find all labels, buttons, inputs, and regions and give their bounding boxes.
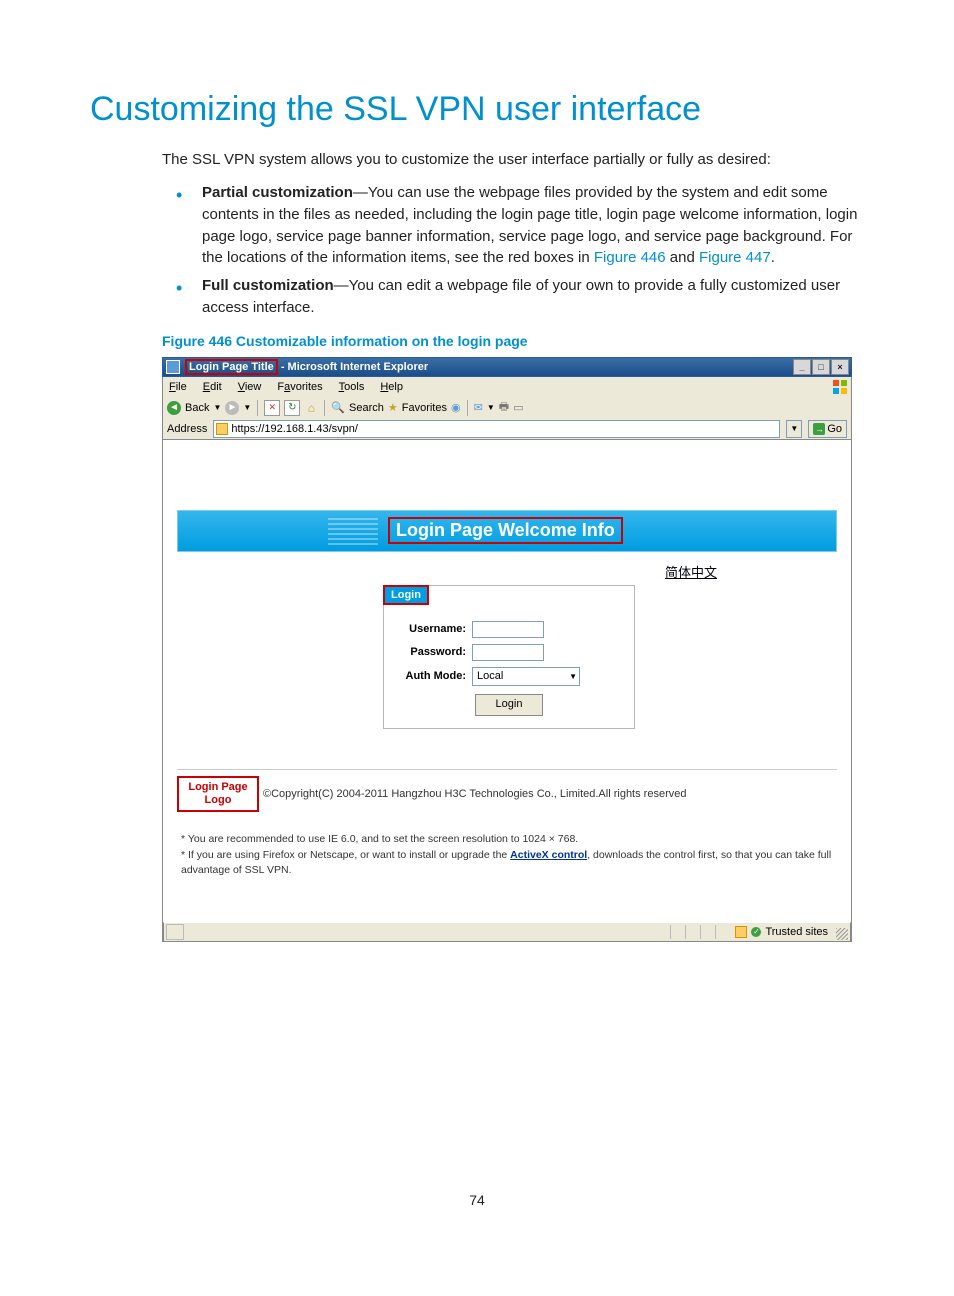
status-shield-icon: ✓ <box>751 927 761 937</box>
title-highlight-box: Login Page Title <box>185 359 278 375</box>
menu-view[interactable]: View <box>238 381 262 393</box>
windows-logo-icon <box>832 379 848 395</box>
login-form-header: Login <box>383 585 429 605</box>
history-icon[interactable]: ◉ <box>451 401 461 414</box>
window-controls: _ □ × <box>793 359 849 375</box>
go-button[interactable]: → Go <box>808 420 847 438</box>
status-bar: ✓ Trusted sites <box>163 922 851 942</box>
menu-bar: File Edit View Favorites Tools Help <box>162 377 852 397</box>
go-arrow-icon: → <box>813 423 825 435</box>
footer-notes: * You are recommended to use IE 6.0, and… <box>181 832 833 878</box>
username-input[interactable] <box>472 621 544 638</box>
logo-box: Login Page Logo <box>177 776 259 812</box>
login-button[interactable]: Login <box>475 694 543 716</box>
resize-grip-icon <box>836 928 848 940</box>
page-number: 74 <box>90 1192 864 1208</box>
activex-link[interactable]: ActiveX control <box>510 849 587 861</box>
bullet-partial: Partial customization—You can use the we… <box>162 182 864 269</box>
banner: Login Page Welcome Info <box>177 510 837 552</box>
bullet-full-strong: Full customization <box>202 277 334 294</box>
note-ie: * You are recommended to use IE 6.0, and… <box>181 832 833 847</box>
bullet-full: Full customization—You can edit a webpag… <box>162 275 864 319</box>
username-label: Username: <box>400 623 466 635</box>
login-form: Login Username: Password: Auth Mode: Loc… <box>383 585 635 729</box>
figure-caption: Figure 446 Customizable information on t… <box>162 333 864 349</box>
menu-favorites[interactable]: Favorites <box>277 381 322 393</box>
language-link[interactable]: 简体中文 <box>665 565 717 580</box>
footer-bar: Login Page Logo ©Copyright(C) 2004-2011 … <box>177 769 837 818</box>
intro-text: The SSL VPN system allows you to customi… <box>162 151 864 168</box>
menu-file[interactable]: File <box>169 381 187 393</box>
figure-browser-window: Login Page Title - Microsoft Internet Ex… <box>162 357 852 942</box>
bullet-partial-mid: and <box>666 249 699 266</box>
stop-icon[interactable]: ✕ <box>264 400 280 416</box>
lock-icon <box>216 423 228 435</box>
address-url: https://192.168.1.43/svpn/ <box>231 423 358 435</box>
banner-stripes <box>328 517 378 545</box>
menu-tools[interactable]: Tools <box>339 381 365 393</box>
address-label: Address <box>167 423 207 435</box>
back-icon[interactable]: ◄ <box>167 401 181 415</box>
figure-447-link[interactable]: Figure 447 <box>699 249 771 266</box>
authmode-value: Local <box>477 670 503 682</box>
go-label: Go <box>827 423 842 435</box>
forward-icon[interactable]: ► <box>225 401 239 415</box>
maximize-button[interactable]: □ <box>812 359 830 375</box>
status-zone-text: Trusted sites <box>765 926 828 938</box>
minimize-button[interactable]: _ <box>793 359 811 375</box>
copyright-text: ©Copyright(C) 2004-2011 Hangzhou H3C Tec… <box>263 788 686 800</box>
favorites-icon[interactable]: ★ <box>388 401 398 414</box>
bullet-partial-strong: Partial customization <box>202 184 353 201</box>
window-titlebar: Login Page Title - Microsoft Internet Ex… <box>162 357 852 377</box>
authmode-label: Auth Mode: <box>400 670 466 682</box>
home-icon[interactable]: ⌂ <box>304 401 318 415</box>
print-icon[interactable]: 🖶 <box>499 398 509 417</box>
search-label[interactable]: Search <box>349 402 384 414</box>
refresh-icon[interactable]: ↻ <box>284 400 300 416</box>
password-input[interactable] <box>472 644 544 661</box>
customization-list: Partial customization—You can use the we… <box>162 182 864 319</box>
menu-edit[interactable]: Edit <box>203 381 222 393</box>
banner-welcome-box: Login Page Welcome Info <box>388 517 623 544</box>
status-page-icon <box>166 924 184 940</box>
bullet-partial-tail: . <box>771 249 775 266</box>
close-button[interactable]: × <box>831 359 849 375</box>
toolbar: ◄ Back ▼ ► ▼ ✕ ↻ ⌂ 🔍 Search ★ Favorites … <box>162 397 852 419</box>
edit-icon[interactable]: ▭ <box>513 401 523 414</box>
menu-help[interactable]: Help <box>380 381 403 393</box>
authmode-select[interactable]: Local ▼ <box>472 667 580 686</box>
chevron-down-icon: ▼ <box>569 672 577 681</box>
page-title: Customizing the SSL VPN user interface <box>90 90 864 129</box>
status-lock-icon <box>735 926 747 938</box>
title-suffix: - Microsoft Internet Explorer <box>278 361 428 373</box>
address-dropdown-icon[interactable]: ▼ <box>786 420 802 438</box>
figure-446-link[interactable]: Figure 446 <box>594 249 666 266</box>
password-label: Password: <box>400 646 466 658</box>
address-bar: Address https://192.168.1.43/svpn/ ▼ → G… <box>162 419 852 440</box>
address-input[interactable]: https://192.168.1.43/svpn/ <box>213 420 780 438</box>
ie-icon <box>166 360 180 374</box>
page-content: Login Page Welcome Info 简体中文 Login Usern… <box>162 440 852 942</box>
search-icon[interactable]: 🔍 <box>331 401 345 414</box>
back-label[interactable]: Back <box>185 402 209 414</box>
mail-icon[interactable]: ✉ <box>474 401 483 414</box>
note-activex: * If you are using Firefox or Netscape, … <box>181 848 833 877</box>
favorites-label[interactable]: Favorites <box>402 402 447 414</box>
